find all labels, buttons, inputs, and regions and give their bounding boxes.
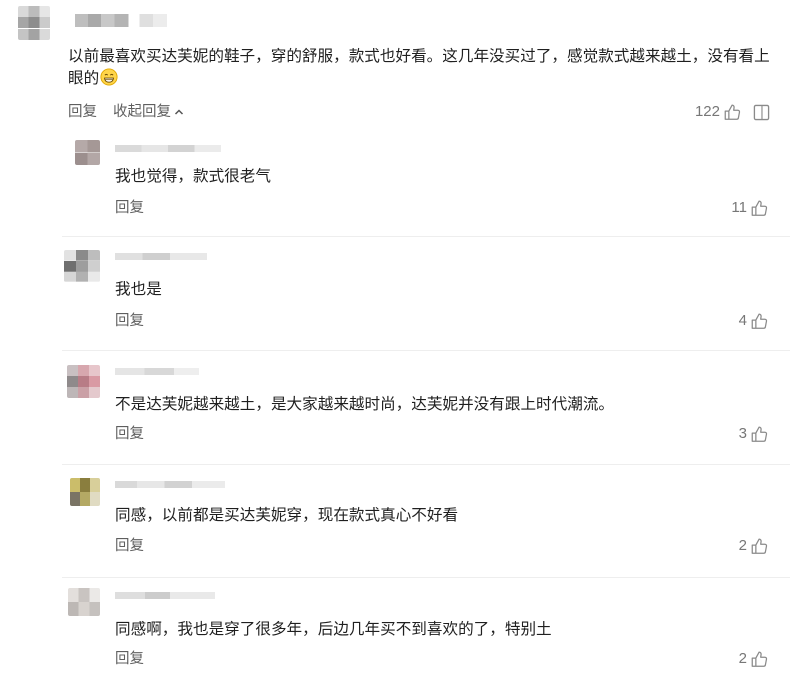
username-redacted[interactable] [115,253,207,260]
reply-label: 回复 [115,538,144,554]
thumbs-up-icon[interactable] [750,312,768,330]
reply-text: 不是达芙妮越来越土，是大家越来越时尚，达芙妮并没有跟上时代潮流。 [115,396,615,413]
avatar[interactable] [70,478,100,506]
divider [62,464,790,465]
reply-label: 回复 [115,651,144,667]
comment-thread: 以前最喜欢买达芙妮的鞋子，穿的舒服，款式也好看。这几年没买过了，感觉款式越来越土… [0,0,800,690]
reply-label: 回复 [115,200,144,216]
thumbs-up-icon[interactable] [750,199,768,217]
thumbs-up-icon[interactable] [750,650,768,668]
reply-label: 回复 [115,313,144,329]
reply-text: 同感啊，我也是穿了很多年，后边几年买不到喜欢的了，特别土 [115,621,552,638]
comment-icon[interactable] [753,104,770,121]
like-control[interactable]: 3 [739,424,768,444]
reply-button[interactable]: 回复 [68,102,97,122]
divider [62,350,790,351]
avatar[interactable] [18,6,50,40]
avatar[interactable] [67,365,100,398]
reply-text: 我也是 [115,281,162,298]
collapse-replies-button[interactable]: 收起回复 [113,102,184,122]
chevron-up-icon [174,107,184,117]
like-control[interactable]: 4 [739,311,768,331]
thumbs-up-icon[interactable] [750,425,768,443]
like-control[interactable]: 2 [739,536,768,556]
like-count: 4 [738,312,747,329]
main-comment: 以前最喜欢买达芙妮的鞋子，穿的舒服，款式也好看。这几年没买过了，感觉款式越来越土… [0,0,800,130]
thumbs-up-icon[interactable] [723,103,741,121]
username-redacted[interactable] [115,368,199,375]
reply-button[interactable]: 回复 [115,311,144,331]
username-redacted[interactable] [75,14,167,27]
reply-item: 不是达芙妮越来越土，是大家越来越时尚，达芙妮并没有跟上时代潮流。 回复 3 [0,358,800,458]
comment-body: 以前最喜欢买达芙妮的鞋子，穿的舒服，款式也好看。这几年没买过了，感觉款式越来越土… [68,48,770,87]
reply-label: 回复 [115,426,144,442]
reply-item: 我也是 回复 4 [0,244,800,344]
username-redacted[interactable] [115,145,221,152]
reply-item: 我也觉得，款式很老气 回复 11 [0,136,800,232]
like-control[interactable]: 11 [731,198,768,218]
avatar[interactable] [64,250,100,282]
reply-label: 回复 [68,104,97,120]
reply-item: 同感啊，我也是穿了很多年，后边几年买不到喜欢的了，特别土 回复 2 [0,584,800,684]
reply-text: 我也觉得，款式很老气 [115,168,271,185]
like-count: 3 [738,425,747,442]
like-control[interactable]: 122 [695,102,770,122]
divider [62,577,790,578]
reply-item: 同感，以前都是买达芙妮穿，现在款式真心不好看 回复 2 [0,472,800,572]
reply-button[interactable]: 回复 [115,536,144,556]
like-count: 122 [694,103,720,120]
thumbs-up-icon[interactable] [750,537,768,555]
grinning-face-emoji-icon [100,67,118,93]
avatar[interactable] [68,588,100,616]
username-redacted[interactable] [115,481,225,488]
like-count: 11 [731,199,747,216]
reply-button[interactable]: 回复 [115,649,144,669]
collapse-label: 收起回复 [113,104,171,120]
reply-button[interactable]: 回复 [115,424,144,444]
like-control[interactable]: 2 [739,649,768,669]
avatar[interactable] [75,140,100,165]
like-count: 2 [738,650,747,667]
comment-text: 以前最喜欢买达芙妮的鞋子，穿的舒服，款式也好看。这几年没买过了，感觉款式越来越土… [68,46,776,92]
username-redacted[interactable] [115,592,215,599]
divider [62,236,790,237]
reply-button[interactable]: 回复 [115,198,144,218]
reply-text: 同感，以前都是买达芙妮穿，现在款式真心不好看 [115,507,459,524]
like-count: 2 [738,537,747,554]
